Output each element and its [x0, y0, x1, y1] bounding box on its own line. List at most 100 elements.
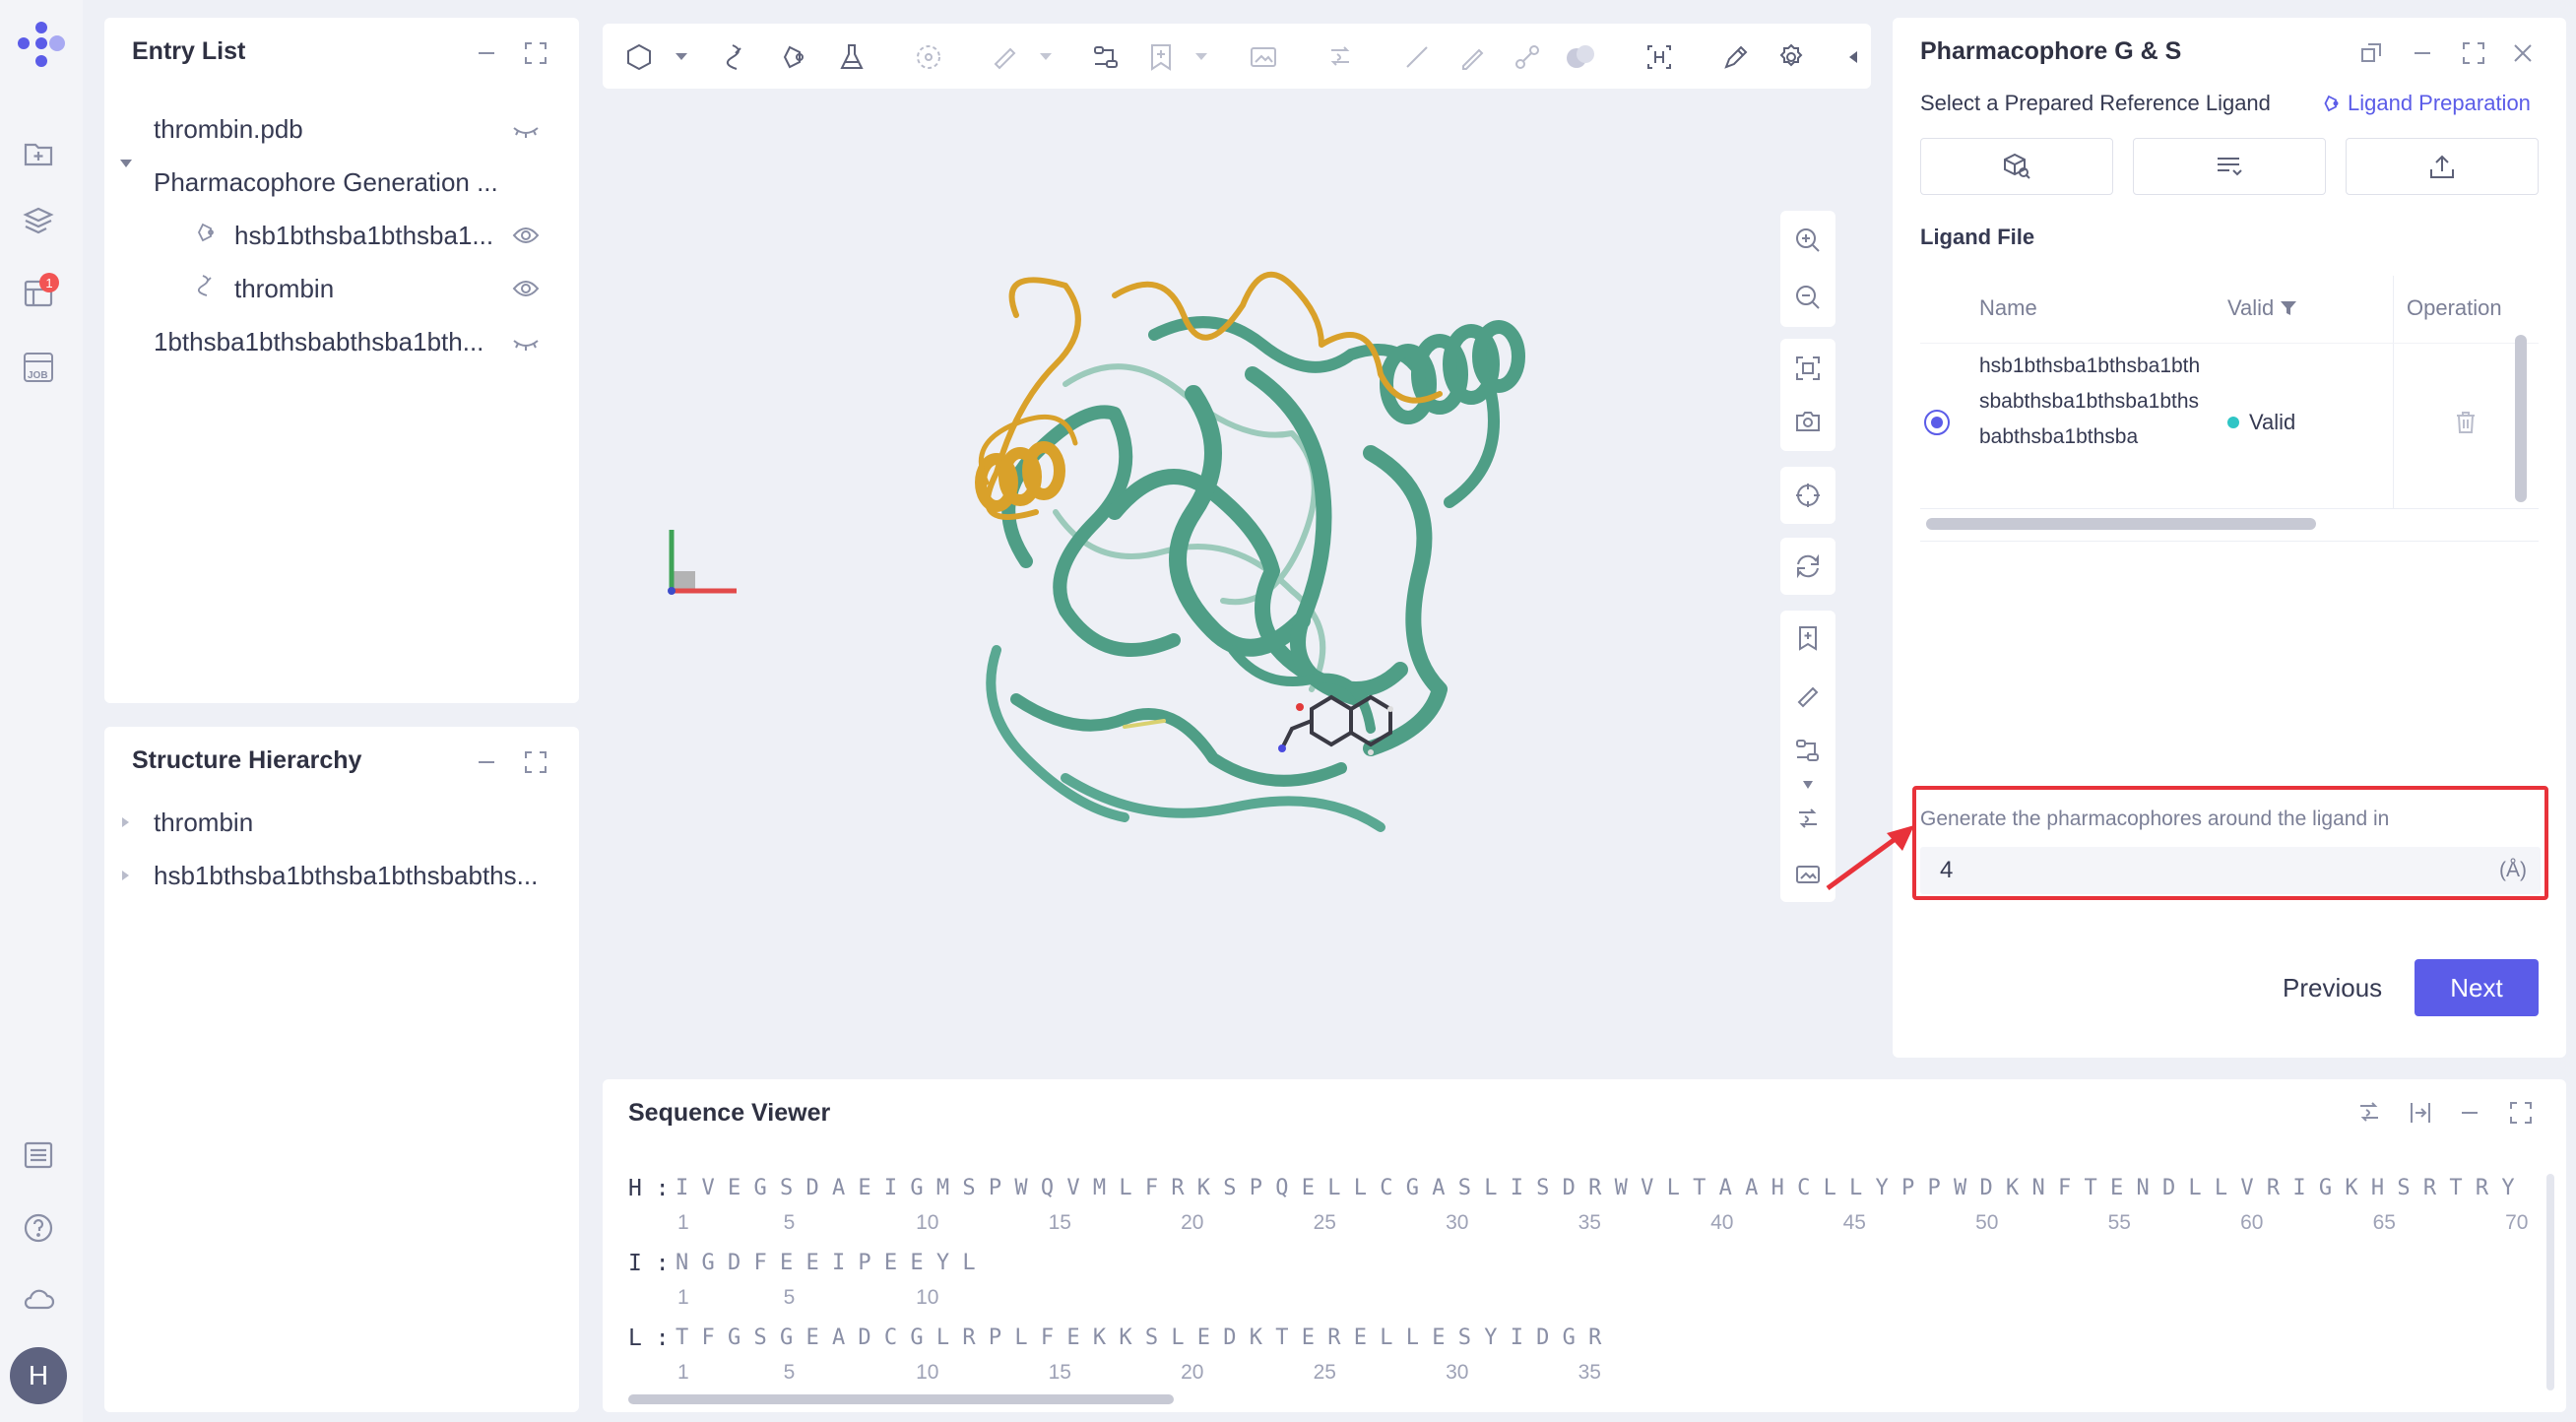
surface-icon[interactable]	[1564, 40, 1597, 74]
entry-list-title: Entry List	[132, 37, 246, 65]
bookmark-icon[interactable]	[1144, 40, 1178, 74]
hierarchy-item-thrombin[interactable]: thrombin	[154, 808, 528, 838]
flask-icon[interactable]	[835, 40, 869, 74]
entry-item-ligand[interactable]: hsb1bthsba1bthsba1...	[234, 221, 500, 251]
gear-icon[interactable]	[1774, 40, 1808, 74]
ruler-icon[interactable]	[1792, 679, 1824, 711]
upload-button[interactable]	[2346, 138, 2539, 195]
previous-button[interactable]: Previous	[2283, 973, 2382, 1003]
superpose-icon[interactable]	[2353, 1097, 2385, 1129]
import-structure-button[interactable]	[1920, 138, 2113, 195]
ligand-table: Name Valid Operation hsb1bthsba1bthsba1b…	[1920, 276, 2539, 542]
superpose-icon[interactable]	[1323, 40, 1357, 74]
radius-unit: (Å)	[2499, 859, 2527, 881]
sequence-chain-i[interactable]: N G D F E E I P E E Y L	[676, 1251, 976, 1275]
residue-number: 15	[1048, 1211, 1071, 1234]
entry-item-thrombin-pdb[interactable]: thrombin.pdb	[154, 114, 469, 145]
bond-icon[interactable]	[1511, 40, 1544, 74]
cube-search-icon	[2004, 153, 2030, 179]
entry-item-pharmacophore[interactable]: Pharmacophore Generation ...	[154, 167, 528, 198]
column-header-valid[interactable]: Valid	[2227, 295, 2297, 321]
align-icon[interactable]	[2405, 1097, 2436, 1129]
chevron-right-icon[interactable]	[118, 869, 132, 882]
ruler-icon[interactable]	[989, 40, 1022, 74]
pencil-line-icon[interactable]	[1455, 40, 1489, 74]
caret-down-icon[interactable]	[1195, 53, 1207, 60]
ligand-list-button[interactable]	[2133, 138, 2326, 195]
zoom-out-icon[interactable]	[1792, 282, 1824, 313]
entry-item-1bth[interactable]: 1bthsba1bthsbabthsba1bth...	[154, 327, 498, 357]
chevron-down-icon[interactable]	[118, 156, 134, 171]
tasks-icon[interactable]: 1	[16, 271, 61, 316]
residue-number: 55	[2107, 1211, 2131, 1234]
popout-icon[interactable]	[2355, 37, 2387, 69]
cloud-icon[interactable]	[16, 1276, 61, 1322]
residue-number: 20	[1181, 1361, 1204, 1384]
maximize-icon[interactable]	[520, 746, 551, 778]
connect-icon[interactable]	[1089, 40, 1123, 74]
eye-icon[interactable]	[512, 278, 540, 299]
list-icon[interactable]	[16, 1132, 61, 1178]
app-logo[interactable]	[10, 18, 69, 77]
eye-hidden-icon[interactable]	[512, 331, 540, 355]
sequence-chain-h[interactable]: I V E G S D A E I G M S P W Q V M L F R …	[676, 1176, 2515, 1200]
molecule-viewport[interactable]	[603, 98, 1871, 1056]
horizontal-scrollbar[interactable]	[628, 1394, 1174, 1404]
molecule-icon[interactable]	[778, 40, 811, 74]
layers-icon[interactable]	[16, 198, 61, 243]
maximize-icon[interactable]	[520, 37, 551, 69]
entry-item-thrombin[interactable]: thrombin	[234, 274, 500, 304]
rotate-icon[interactable]	[1792, 550, 1824, 582]
caret-down-icon[interactable]	[1040, 53, 1052, 60]
close-icon[interactable]	[2507, 37, 2539, 69]
chain-label-l: L :	[628, 1325, 670, 1351]
import-file-icon[interactable]	[16, 131, 61, 176]
radius-input[interactable]: 4 (Å)	[1920, 847, 2541, 894]
residue-number: 20	[1181, 1211, 1204, 1234]
caret-down-icon[interactable]	[1802, 780, 1814, 790]
trash-icon[interactable]	[2454, 410, 2478, 435]
protein-icon	[197, 274, 219, 297]
maximize-icon[interactable]	[2505, 1097, 2537, 1129]
collapse-arrow-icon[interactable]	[1847, 50, 1859, 64]
minimize-icon[interactable]	[2454, 1097, 2485, 1129]
avatar[interactable]: H	[10, 1347, 67, 1404]
hierarchy-item-ligand[interactable]: hsb1bthsba1bthsba1bthsbabths...	[154, 861, 547, 891]
crosshair-icon[interactable]	[1792, 480, 1824, 511]
horizontal-scrollbar[interactable]	[1926, 518, 2316, 530]
connect-icon[interactable]	[1792, 735, 1824, 766]
column-header-valid-text: Valid	[2227, 295, 2275, 320]
ligand-preparation-link[interactable]: Ligand Preparation	[2322, 91, 2531, 116]
fit-screen-icon[interactable]	[1792, 353, 1824, 384]
vertical-scrollbar[interactable]	[2546, 1174, 2554, 1390]
sequence-chain-l[interactable]: T F G S G E A D C G L R P L F E K K S L …	[676, 1325, 1601, 1350]
help-icon[interactable]	[16, 1205, 61, 1251]
caret-down-icon[interactable]	[676, 53, 687, 60]
cube-icon[interactable]	[622, 40, 656, 74]
ligand-radio-selected[interactable]	[1924, 410, 1950, 435]
hydrogen-icon[interactable]	[1642, 40, 1676, 74]
job-icon[interactable]: JOB	[16, 345, 61, 390]
protein-icon[interactable]	[721, 40, 754, 74]
chevron-right-icon[interactable]	[118, 815, 132, 829]
eye-hidden-icon[interactable]	[512, 118, 540, 142]
left-rail: 1 JOB H	[0, 0, 83, 1422]
vertical-scrollbar[interactable]	[2515, 335, 2527, 502]
target-icon[interactable]	[912, 40, 945, 74]
image-icon[interactable]	[1247, 40, 1280, 74]
next-button[interactable]: Next	[2415, 959, 2539, 1016]
ligand-preparation-text[interactable]: Ligand Preparation	[2348, 91, 2531, 116]
camera-icon[interactable]	[1792, 406, 1824, 437]
maximize-icon[interactable]	[2458, 37, 2489, 69]
image-icon[interactable]	[1792, 859, 1824, 890]
line-icon[interactable]	[1400, 40, 1434, 74]
minimize-icon[interactable]	[2407, 37, 2438, 69]
superpose-icon[interactable]	[1792, 804, 1824, 835]
eye-icon[interactable]	[512, 225, 540, 246]
zoom-in-icon[interactable]	[1792, 225, 1824, 256]
bookmark-icon[interactable]	[1792, 622, 1824, 654]
residue-number: 40	[1710, 1211, 1734, 1234]
edit-icon[interactable]	[1719, 40, 1753, 74]
minimize-icon[interactable]	[471, 37, 502, 69]
minimize-icon[interactable]	[471, 746, 502, 778]
